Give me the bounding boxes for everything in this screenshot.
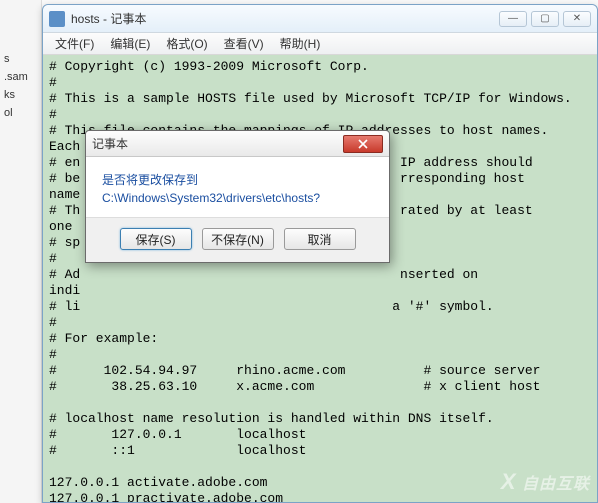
menu-file[interactable]: 文件(F) <box>47 33 102 54</box>
dialog-line2: C:\Windows\System32\drivers\etc\hosts? <box>102 189 373 207</box>
dialog-close-button[interactable] <box>343 135 383 153</box>
text-editor[interactable]: # Copyright (c) 1993-2009 Microsoft Corp… <box>43 55 597 502</box>
menu-help[interactable]: 帮助(H) <box>272 33 329 54</box>
save-button[interactable]: 保存(S) <box>120 228 192 250</box>
sidebar-item[interactable]: .sam <box>0 68 41 86</box>
maximize-button[interactable]: ▢ <box>531 11 559 27</box>
menu-view[interactable]: 查看(V) <box>216 33 272 54</box>
sidebar-item[interactable]: ol <box>0 104 41 122</box>
dialog-titlebar[interactable]: 记事本 <box>86 131 389 157</box>
sidebar-item[interactable]: s <box>0 50 41 68</box>
menubar: 文件(F) 编辑(E) 格式(O) 查看(V) 帮助(H) <box>43 33 597 55</box>
notepad-icon <box>49 11 65 27</box>
cancel-button[interactable]: 取消 <box>284 228 356 250</box>
close-button[interactable]: ✕ <box>563 11 591 27</box>
dialog-buttons: 保存(S) 不保存(N) 取消 <box>86 217 389 262</box>
dialog-line1: 是否将更改保存到 <box>102 171 373 189</box>
dialog-message: 是否将更改保存到 C:\Windows\System32\drivers\etc… <box>86 157 389 217</box>
sidebar-item[interactable]: ks <box>0 86 41 104</box>
dont-save-button[interactable]: 不保存(N) <box>202 228 274 250</box>
save-dialog: 记事本 是否将更改保存到 C:\Windows\System32\drivers… <box>85 130 390 263</box>
minimize-button[interactable]: — <box>499 11 527 27</box>
dialog-title: 记事本 <box>92 135 343 152</box>
menu-format[interactable]: 格式(O) <box>158 33 215 54</box>
menu-edit[interactable]: 编辑(E) <box>102 33 158 54</box>
explorer-sidebar: s .sam ks ol <box>0 0 42 503</box>
titlebar[interactable]: hosts - 记事本 — ▢ ✕ <box>43 5 597 33</box>
close-icon <box>358 139 368 149</box>
window-title: hosts - 记事本 <box>71 10 499 27</box>
